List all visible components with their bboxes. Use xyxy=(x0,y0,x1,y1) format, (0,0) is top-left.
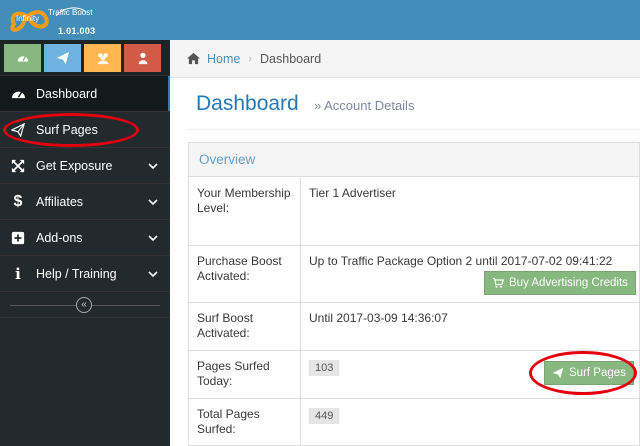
sidebar-item-label: Dashboard xyxy=(36,86,98,101)
purchase-boost-label: Purchase Boost Activated: xyxy=(189,246,301,302)
overview-heading: Overview xyxy=(189,143,639,177)
user-icon xyxy=(138,52,147,65)
sidebar-item-help-training[interactable]: i Help / Training xyxy=(0,256,170,292)
purchase-boost-value: Up to Traffic Package Option 2 until 201… xyxy=(309,254,613,268)
sidebar-shortcuts xyxy=(0,40,170,76)
surf-pages-button[interactable]: Surf Pages xyxy=(544,361,634,385)
app-version: 1.01.003 xyxy=(58,26,96,36)
page-title: Dashboard xyxy=(196,92,299,115)
chevron-down-icon xyxy=(148,235,158,242)
table-row: Purchase Boost Activated: Up to Traffic … xyxy=(189,246,640,303)
total-pages-surfed-cell: 449 xyxy=(309,408,340,424)
home-icon xyxy=(187,52,200,65)
pages-surfed-today-cell: 103 xyxy=(309,360,340,376)
table-row: Total Pages Surfed: 449 xyxy=(189,399,640,446)
surf-pages-label: Surf Pages xyxy=(569,367,626,379)
sidebar: Dashboard Surf Pages Get Exposure $ Affi… xyxy=(0,40,170,446)
sidebar-item-dashboard[interactable]: Dashboard xyxy=(0,76,170,112)
total-pages-surfed-label: Total Pages Surfed: xyxy=(189,399,301,446)
breadcrumb: Home › Dashboard xyxy=(170,40,640,78)
membership-level-value: Tier 1 Advertiser xyxy=(309,186,396,200)
buy-advertising-credits-button[interactable]: Buy Advertising Credits xyxy=(484,271,636,295)
sidebar-item-add-ons[interactable]: Add-ons xyxy=(0,220,170,256)
overview-panel: Overview Your Membership Level: Tier 1 A… xyxy=(188,142,640,446)
page-subtitle: » Account Details xyxy=(314,98,415,113)
sidebar-collapse-button[interactable]: « xyxy=(76,297,92,313)
pages-surfed-today-label: Pages Surfed Today: xyxy=(189,351,301,398)
paper-plane-icon xyxy=(552,367,564,379)
sidebar-item-label: Surf Pages xyxy=(36,122,98,137)
paper-plane-icon xyxy=(56,51,69,65)
tachometer-icon xyxy=(17,55,28,62)
sidebar-item-label: Add-ons xyxy=(36,230,83,245)
logo-word-infinity: Infinity xyxy=(16,14,40,23)
users-icon xyxy=(97,53,108,65)
info-icon: i xyxy=(15,264,21,283)
sidebar-item-affiliates[interactable]: $ Affiliates xyxy=(0,184,170,220)
breadcrumb-home-link[interactable]: Home xyxy=(207,52,240,66)
page-header: Dashboard » Account Details xyxy=(188,84,640,130)
sidebar-item-label: Help / Training xyxy=(36,266,117,281)
total-pages-surfed-badge: 449 xyxy=(309,408,340,424)
chevron-down-icon xyxy=(148,199,158,206)
chevron-down-icon xyxy=(148,163,158,170)
arrows-icon xyxy=(10,159,26,173)
plus-square-icon xyxy=(10,231,26,245)
table-row: Your Membership Level: Tier 1 Advertiser xyxy=(189,178,640,246)
sidebar-item-label: Affiliates xyxy=(36,194,84,209)
top-navbar: Infinity Traffic Boost 1.01.003 xyxy=(0,0,640,40)
surf-boost-label: Surf Boost Activated: xyxy=(189,303,301,350)
chevron-down-icon xyxy=(148,271,158,278)
shopping-cart-icon xyxy=(492,277,504,288)
site-logo[interactable]: Infinity Traffic Boost 1.01.003 xyxy=(6,2,96,38)
table-row: Surf Boost Activated: Until 2017-03-09 1… xyxy=(189,303,640,351)
tachometer-icon xyxy=(10,87,26,100)
buy-advertising-credits-label: Buy Advertising Credits xyxy=(509,277,628,289)
surf-shortcut-button[interactable] xyxy=(44,44,81,72)
profile-shortcut-button[interactable] xyxy=(124,44,161,72)
sidebar-item-get-exposure[interactable]: Get Exposure xyxy=(0,148,170,184)
breadcrumb-separator-icon: › xyxy=(248,52,253,65)
pages-surfed-today-badge: 103 xyxy=(309,360,340,376)
dollar-icon: $ xyxy=(13,192,23,210)
breadcrumb-current: Dashboard xyxy=(260,51,322,66)
dashboard-shortcut-button[interactable] xyxy=(4,44,41,72)
sidebar-collapse-bar: « xyxy=(0,292,170,318)
membership-level-label: Your Membership Level: xyxy=(189,178,301,245)
logo-word-traffic-boost: Traffic Boost xyxy=(48,8,93,17)
surf-boost-value: Until 2017-03-09 14:36:07 xyxy=(309,311,448,325)
table-row: Pages Surfed Today: 103 Surf Pages xyxy=(189,351,640,399)
sidebar-item-surf-pages[interactable]: Surf Pages xyxy=(0,112,170,148)
users-shortcut-button[interactable] xyxy=(84,44,121,72)
sidebar-item-label: Get Exposure xyxy=(36,158,113,173)
paper-plane-icon xyxy=(10,122,26,137)
